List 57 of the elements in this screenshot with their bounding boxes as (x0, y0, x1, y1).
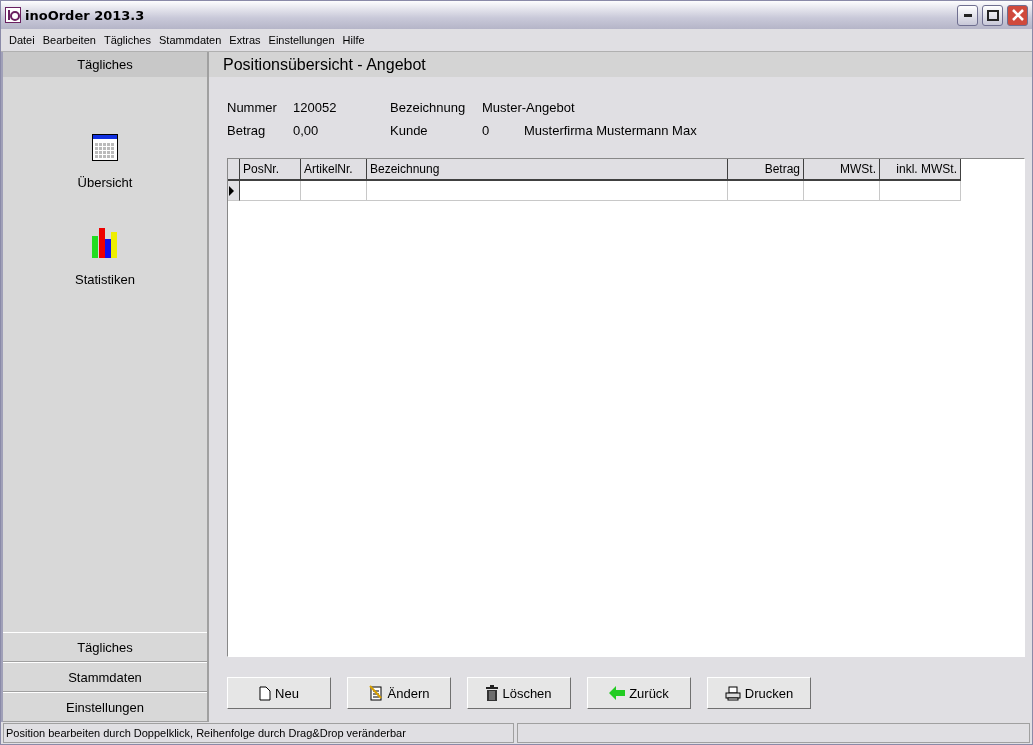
column-header[interactable]: Bezeichnung (367, 159, 728, 181)
field-label: Nummer (227, 100, 278, 115)
menu-item[interactable]: Einstellungen (264, 34, 339, 46)
minimize-icon (963, 13, 972, 17)
sidebar-group-button[interactable]: Tägliches (3, 632, 207, 662)
calendar-icon (92, 134, 118, 161)
field-value: 0 (482, 123, 491, 138)
column-header[interactable]: ArtikelNr. (301, 159, 367, 181)
row-pointer-icon (228, 185, 234, 196)
sidebar-item[interactable]: Statistiken (75, 272, 135, 287)
column-header[interactable]: Betrag (728, 159, 804, 181)
bar-chart-icon (92, 228, 118, 258)
table-cell[interactable] (804, 181, 880, 201)
sidebar-group-button[interactable]: Einstellungen (3, 692, 207, 722)
maximize-icon (986, 9, 999, 21)
field-label: Bezeichnung (390, 100, 467, 115)
action-button[interactable]: Ändern (347, 677, 451, 709)
menu-item[interactable]: Datei (5, 34, 39, 46)
close-icon (1011, 9, 1024, 21)
table-cell[interactable] (301, 181, 367, 201)
menu-item[interactable]: Extras (225, 34, 265, 46)
app-logo-icon (5, 7, 21, 23)
field-label: Betrag (227, 123, 267, 138)
document-icon (259, 685, 272, 701)
action-button[interactable]: Zurück (587, 677, 691, 709)
table-cell[interactable] (728, 181, 804, 201)
column-header[interactable]: inkl. MWSt. (880, 159, 961, 181)
menu-item[interactable]: Stammdaten (155, 34, 226, 46)
table-cell[interactable] (367, 181, 728, 201)
printer-icon (724, 685, 741, 701)
column-header[interactable]: PosNr. (240, 159, 301, 181)
field-value: 120052 (293, 100, 338, 115)
menu-item[interactable]: Hilfe (338, 34, 369, 46)
left-arrow-icon (609, 686, 626, 700)
action-button[interactable]: Drucken (707, 677, 811, 709)
window-title: inoOrder 2013.3 (25, 7, 146, 23)
table-cell[interactable] (240, 181, 301, 201)
field-label: Kunde (390, 123, 429, 138)
page-title: Positionsübersicht - Angebot (209, 52, 1032, 77)
pencil-document-icon (368, 685, 384, 701)
maximize-button[interactable] (982, 4, 1003, 26)
field-value: Muster-Angebot (482, 100, 576, 115)
column-header[interactable]: MWSt. (804, 159, 880, 181)
sidebar-group-button[interactable]: Stammdaten (3, 662, 207, 692)
minimize-button[interactable] (957, 4, 978, 26)
action-button[interactable]: Löschen (467, 677, 571, 709)
close-button[interactable] (1007, 4, 1028, 26)
field-value: Musterfirma Mustermann Max (524, 123, 698, 138)
sidebar-header: Tägliches (3, 52, 207, 77)
sidebar-item[interactable]: Übersicht (77, 175, 133, 190)
menu-item[interactable]: Bearbeiten (38, 34, 100, 46)
field-value: 0,00 (293, 123, 320, 138)
table-cell[interactable] (880, 181, 961, 201)
menu-item[interactable]: Tägliches (99, 34, 155, 46)
status-text: Position bearbeiten durch Doppelklick, Reihenfolge durch Drag&Drop veränderbar (3, 723, 514, 743)
action-button[interactable]: Neu (227, 677, 331, 709)
trash-icon (486, 685, 499, 701)
